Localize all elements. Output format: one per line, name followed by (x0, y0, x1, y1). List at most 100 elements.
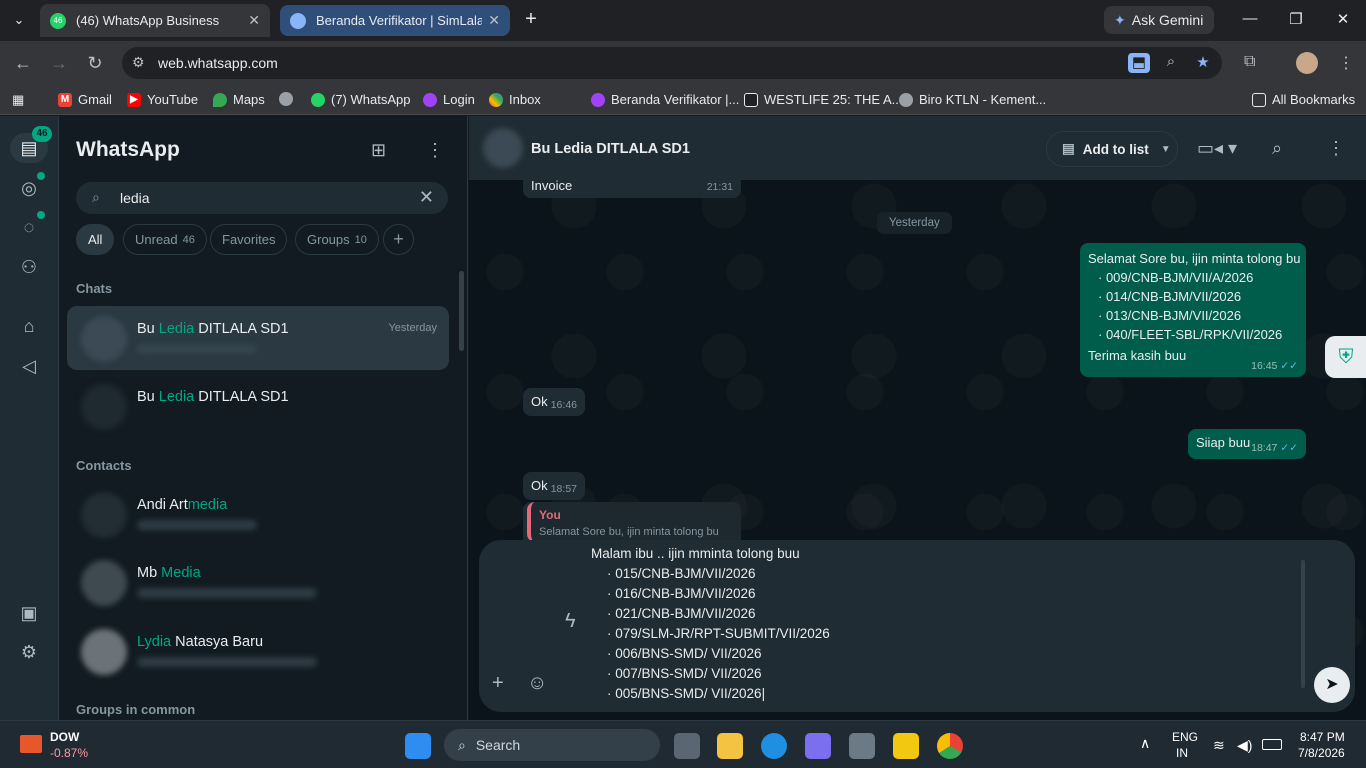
catalog-icon[interactable]: ⌂ (17, 314, 41, 338)
tab-whatsapp[interactable]: 46 (46) WhatsApp Business ✕ (40, 4, 270, 37)
message-bubble-out[interactable]: Selamat Sore bu, ijin minta tolong bu · … (1080, 243, 1306, 377)
show-hidden-icons-chevron-icon[interactable]: ∧ (1140, 735, 1150, 752)
tab-simlala[interactable]: Beranda Verifikator | SimLala ✕ (280, 5, 510, 36)
bookmark-westlife[interactable]: WESTLIFE 25: THE A... (744, 92, 902, 107)
attach-plus-icon[interactable]: + (492, 672, 504, 695)
clock-time[interactable]: 8:47 PM (1300, 730, 1345, 744)
chrome-menu-icon[interactable]: ⋮ (1338, 53, 1354, 73)
filter-unread[interactable]: Unread 46 (123, 224, 207, 255)
contact-row[interactable]: Andi Artmedia (67, 482, 449, 546)
quoted-reply[interactable]: You Selamat Sore bu, ijin minta tolong b… (527, 502, 741, 542)
channels-icon[interactable]: ◌ (17, 215, 41, 239)
bookmark-star-icon[interactable]: ★ (1192, 53, 1214, 73)
bookmark-youtube[interactable]: ▶ YouTube (127, 92, 198, 107)
site-info-icon[interactable]: ⚙ (132, 54, 145, 71)
close-window-icon[interactable]: ✕ (1333, 10, 1353, 28)
shield-extension-icon[interactable]: ⛨ (1325, 336, 1366, 378)
search-input[interactable]: ⌕ ledia ✕ (76, 182, 448, 214)
back-arrow-icon[interactable]: ← (11, 51, 35, 75)
volume-icon[interactable]: ◀) (1237, 737, 1252, 754)
status-dot (37, 172, 45, 180)
video-call-icon[interactable]: ▭◂ ▾ (1197, 138, 1237, 159)
clock-date[interactable]: 7/8/2026 (1298, 746, 1345, 760)
communities-icon[interactable]: ⚇ (17, 255, 41, 279)
clear-search-icon[interactable]: ✕ (419, 187, 434, 208)
add-to-list-button[interactable]: ▤ Add to list ▼ (1046, 131, 1178, 167)
chat-list-pane: WhatsApp ⊞ ⋮ ⌕ ledia ✕ All Unread 46 Favo… (60, 116, 468, 720)
message-bubble-in[interactable]: Ok 18:57 (523, 472, 585, 500)
zoom-icon[interactable]: ⌕ (1160, 53, 1182, 73)
wifi-icon[interactable]: ≋ (1213, 737, 1225, 754)
windows-start-icon[interactable] (405, 733, 431, 759)
contact-avatar[interactable] (483, 128, 523, 168)
edge-icon[interactable] (761, 733, 787, 759)
bookmark-globe[interactable] (279, 92, 299, 106)
minimize-icon[interactable]: — (1240, 10, 1260, 27)
message-bubble-out[interactable]: Siiap buu 18:47 ✓✓ (1188, 429, 1306, 459)
bookmark-biro-ktln[interactable]: Biro KTLN - Kement... (899, 92, 1046, 107)
tab-search-chevron-icon[interactable]: ⌄ (6, 8, 32, 32)
stock-widget-icon[interactable] (20, 735, 42, 753)
restore-icon[interactable]: ❐ (1286, 10, 1306, 28)
new-chat-icon[interactable]: ⊞ (371, 140, 386, 161)
ask-gemini-button[interactable]: ✦ Ask Gemini (1104, 6, 1214, 34)
add-filter-plus-icon[interactable]: + (383, 224, 414, 255)
file-explorer-icon[interactable] (717, 733, 743, 759)
bookmark-beranda[interactable]: Beranda Verifikator |... (591, 92, 739, 107)
broadcast-megaphone-icon[interactable]: ◁ (17, 354, 41, 378)
forward-arrow-icon[interactable]: → (47, 51, 71, 75)
menu-dots-icon[interactable]: ⋮ (1327, 138, 1345, 159)
bookmark-login[interactable]: Login (423, 92, 475, 107)
chrome-icon[interactable] (937, 733, 963, 759)
filter-groups[interactable]: Groups 10 (295, 224, 379, 255)
chat-row[interactable]: Bu Ledia DITLALA SD1 Yesterday (67, 306, 449, 370)
chat-row[interactable]: Bu Ledia DITLALA SD1 (67, 374, 449, 438)
filter-favorites[interactable]: Favorites (210, 224, 288, 255)
media-gallery-icon[interactable]: ▣ (17, 601, 41, 625)
all-bookmarks-folder[interactable]: All Bookmarks (1252, 92, 1355, 107)
search-value[interactable]: ledia (120, 190, 150, 206)
day-divider: Yesterday (877, 212, 952, 234)
camera-icon[interactable] (849, 733, 875, 759)
apps-grid-icon[interactable]: ▦ (12, 92, 24, 108)
status-icon[interactable]: ◎ (17, 176, 41, 200)
battery-icon[interactable] (1262, 739, 1282, 750)
install-app-icon[interactable]: ⬒ (1128, 53, 1150, 73)
bookmark-inbox[interactable]: Inbox (489, 92, 541, 107)
conversation-header[interactable]: Bu Ledia DITLALA SD1 ▤ Add to list ▼ ▭◂ … (469, 116, 1366, 180)
extensions-puzzle-icon[interactable]: ⧉ (1244, 53, 1255, 71)
language-code[interactable]: ENG (1172, 730, 1198, 744)
contact-name[interactable]: Bu Ledia DITLALA SD1 (531, 141, 690, 157)
stock-name: DOW (50, 730, 80, 744)
quick-reply-bolt-icon[interactable]: ϟ (565, 610, 576, 633)
copilot-icon[interactable] (805, 733, 831, 759)
compose-textarea[interactable]: Malam ibu .. ijin mminta tolong buu · 01… (591, 544, 830, 704)
taskbar-search[interactable]: ⌕ Search (444, 729, 660, 761)
region-code[interactable]: IN (1176, 746, 1188, 760)
contact-row[interactable]: Mb Media (67, 550, 449, 614)
contact-row[interactable]: Lydia Natasya Baru (67, 619, 449, 683)
composer-scrollbar[interactable] (1301, 560, 1305, 688)
settings-gear-icon[interactable]: ⚙ (17, 640, 41, 664)
bookmark-gmail[interactable]: M Gmail (58, 92, 112, 107)
filter-all[interactable]: All (76, 224, 115, 255)
message-composer[interactable]: Malam ibu .. ijin mminta tolong buu · 01… (479, 540, 1355, 712)
address-url[interactable]: web.whatsapp.com (158, 55, 278, 71)
sticky-notes-icon[interactable] (893, 733, 919, 759)
send-button[interactable]: ➤ (1314, 667, 1350, 703)
close-tab-icon[interactable]: ✕ (248, 12, 260, 29)
new-tab-plus-icon[interactable]: + (520, 8, 542, 32)
search-label: Search (475, 737, 521, 753)
task-view-icon[interactable] (674, 733, 700, 759)
sticker-emoji-icon[interactable]: ☺ (527, 672, 547, 695)
address-bar[interactable]: ⚙ web.whatsapp.com ⬒ ⌕ ★ (122, 47, 1222, 79)
list-scrollbar[interactable] (459, 271, 464, 351)
profile-avatar[interactable] (1296, 52, 1318, 74)
bookmark-maps[interactable]: Maps (213, 92, 265, 107)
close-tab-icon[interactable]: ✕ (488, 12, 500, 29)
bookmark-whatsapp[interactable]: (7) WhatsApp (311, 92, 410, 107)
message-bubble-in[interactable]: Ok 16:46 (523, 388, 585, 416)
menu-dots-icon[interactable]: ⋮ (426, 140, 444, 161)
search-icon[interactable]: ⌕ (1272, 138, 1282, 159)
reload-icon[interactable]: ↻ (83, 51, 107, 75)
